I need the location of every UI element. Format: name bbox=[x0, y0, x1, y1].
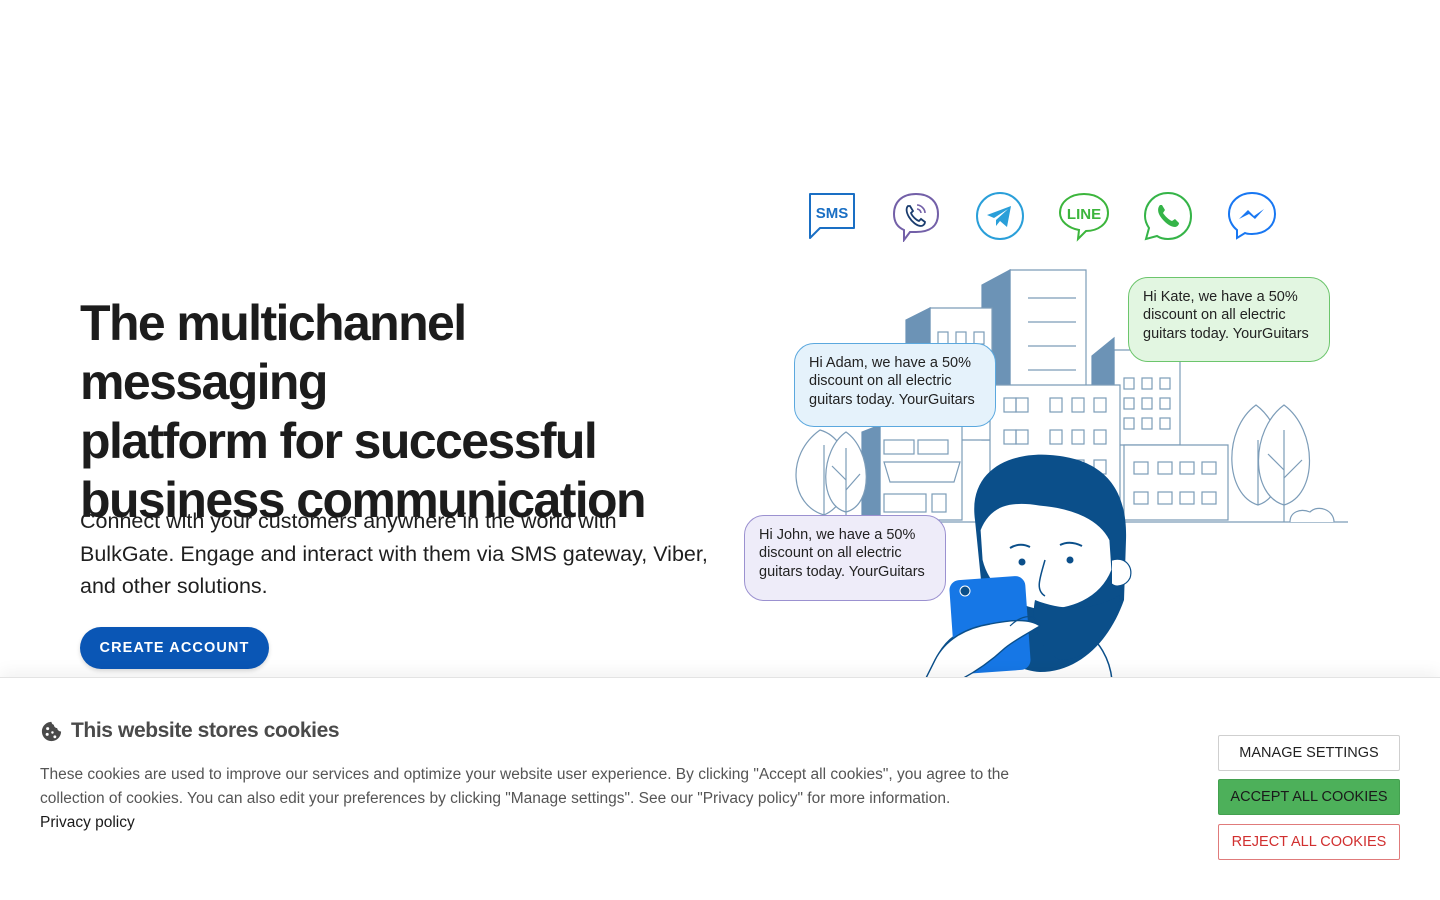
viber-icon bbox=[892, 192, 940, 242]
chat-bubble-line: discount on all electric bbox=[759, 545, 902, 562]
whatsapp-icon bbox=[1143, 191, 1193, 241]
sms-icon-label: SMS bbox=[816, 205, 849, 222]
sms-icon: SMS bbox=[809, 193, 855, 239]
cookie-banner: This website stores cookies These cookie… bbox=[0, 677, 1440, 900]
telegram-icon bbox=[976, 192, 1024, 240]
reject-all-cookies-button[interactable]: REJECT ALL COOKIES bbox=[1218, 824, 1400, 860]
line-icon-label: LINE bbox=[1067, 206, 1101, 223]
accept-all-cookies-button[interactable]: ACCEPT ALL COOKIES bbox=[1218, 779, 1400, 815]
create-account-button[interactable]: CREATE ACCOUNT bbox=[80, 627, 269, 669]
hero-title-line: The multichannel messaging bbox=[80, 295, 467, 410]
hero-subtitle-line: Connect with your customers anywhere in … bbox=[80, 509, 617, 533]
cookie-banner-text: These cookies are used to improve our se… bbox=[40, 763, 1040, 811]
hero-subtitle-line: and other solutions. bbox=[80, 574, 268, 598]
chat-bubble-line: Hi Kate, we have a 50% bbox=[1143, 289, 1298, 305]
hero-subtitle: Connect with your customers anywhere in … bbox=[80, 505, 720, 603]
chat-bubble-adam: Hi Adam, we have a 50% discount on all e… bbox=[794, 343, 996, 427]
cookie-icon bbox=[41, 721, 62, 741]
hero-illustration bbox=[795, 268, 1348, 680]
chat-bubble-john: Hi John, we have a 50% discount on all e… bbox=[744, 515, 946, 601]
chat-bubble-line: Hi John, we have a 50% bbox=[759, 527, 916, 543]
hero-subtitle-line: BulkGate. Engage and interact with them … bbox=[80, 541, 708, 566]
chat-bubble-line: discount on all electric bbox=[1143, 307, 1286, 324]
messenger-icon bbox=[1227, 191, 1277, 240]
cookie-banner-title: This website stores cookies bbox=[71, 719, 340, 742]
chat-bubble-line: guitars today. YourGuitars bbox=[759, 563, 925, 580]
chat-bubble-line: Hi Adam, we have a 50% bbox=[809, 355, 972, 371]
chat-bubble-line: guitars today. YourGuitars bbox=[809, 391, 975, 408]
hero-title-line: platform for successful bbox=[80, 413, 598, 469]
privacy-policy-link[interactable]: Privacy policy bbox=[40, 814, 135, 832]
chat-bubble-line: discount on all electric bbox=[809, 373, 952, 390]
cookie-text-line: collection of cookies. You can also edit… bbox=[40, 790, 951, 807]
manage-settings-button[interactable]: MANAGE SETTINGS bbox=[1218, 735, 1400, 771]
chat-bubble-kate: Hi Kate, we have a 50% discount on all e… bbox=[1128, 277, 1330, 362]
cookie-banner-heading: This website stores cookies bbox=[40, 719, 340, 743]
cookie-text-line: These cookies are used to improve our se… bbox=[40, 766, 1010, 783]
hero-title: The multichannel messaging platform for … bbox=[80, 294, 720, 530]
line-icon: LINE bbox=[1058, 192, 1110, 242]
chat-bubble-line: guitars today. YourGuitars bbox=[1143, 325, 1309, 342]
